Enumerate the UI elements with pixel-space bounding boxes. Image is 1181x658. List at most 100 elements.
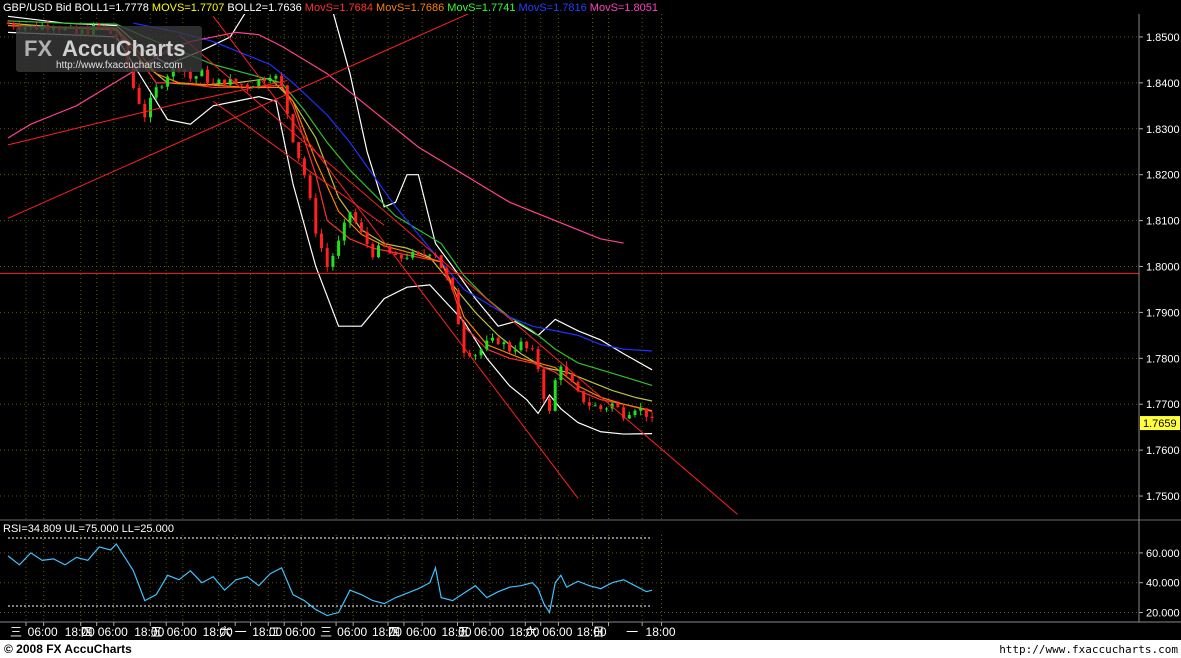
candle-body (268, 78, 272, 82)
candle-body (530, 348, 534, 350)
candle-body (240, 83, 244, 85)
legend-item: GBP/USD Bid BOLL1=1.7778 (3, 2, 149, 14)
candle-body (587, 402, 591, 406)
candle-body (308, 175, 312, 199)
candle-body (456, 290, 460, 325)
candle-body (365, 231, 369, 245)
time-tick-label: 五 (457, 625, 469, 639)
candle-body (160, 86, 164, 88)
time-tick-label: 06:00 (167, 625, 197, 639)
candle-body (274, 75, 278, 79)
candle-body (422, 253, 426, 255)
time-tick-label: 06:00 (474, 625, 504, 639)
rsi-legend: RSI=34.809 UL=75.000 LL=25.000 (3, 523, 174, 535)
candle-body (377, 245, 380, 258)
candle-body (508, 342, 512, 352)
time-tick-label: 18:00 (646, 625, 676, 639)
price-tick-label: 1.7600 (1146, 445, 1180, 457)
candle-body (650, 416, 654, 419)
candle-body (6, 23, 10, 25)
candle-body (553, 380, 557, 411)
time-tick-label: 三 (320, 625, 332, 639)
candle-body (576, 382, 580, 392)
candle-body (257, 79, 261, 87)
legend-item: MOVS=1.7707 (149, 2, 225, 14)
candle-body (154, 87, 158, 98)
rsi-tick-label: 60.000 (1146, 548, 1180, 560)
candle-body (263, 79, 266, 82)
price-tick-label: 1.8000 (1146, 262, 1180, 274)
candle-body (439, 255, 443, 269)
candle-body (405, 257, 409, 259)
candle-body (297, 142, 301, 159)
legend-item: BOLL2=1.7636 (224, 2, 301, 14)
candle-body (206, 69, 209, 83)
time-tick-label: 日 (593, 625, 605, 639)
time-tick-label: 06:00 (542, 625, 572, 639)
candle-body (325, 248, 329, 267)
price-tick-label: 1.8100 (1146, 216, 1180, 228)
candle-body (143, 103, 147, 118)
candle-body (570, 374, 574, 383)
candle-body (194, 76, 198, 79)
candle-body (331, 255, 335, 267)
time-tick-label: 三 (10, 625, 22, 639)
candle-body (382, 245, 386, 247)
candle-body (188, 71, 192, 79)
candle-body (394, 253, 398, 255)
rsi-tick-label: 40.000 (1146, 578, 1180, 590)
candle-body (479, 349, 483, 356)
legend-item: MovS=1.8051 (587, 2, 658, 14)
candle-body (513, 350, 517, 352)
candle-body (12, 23, 16, 27)
price-tick-label: 1.8500 (1146, 32, 1180, 44)
candle-body (519, 341, 523, 351)
price-tick-label: 1.7800 (1146, 353, 1180, 365)
candle-body (137, 87, 141, 104)
candle-body (217, 79, 221, 84)
time-tick-label: 四 (81, 625, 93, 639)
time-tick-label: 06:00 (98, 625, 128, 639)
time-tick-label: 06:00 (406, 625, 436, 639)
candle-body (416, 252, 420, 254)
candle-body (211, 82, 215, 84)
indicator-legend: GBP/USD Bid BOLL1=1.7778 MOVS=1.7707 BOL… (3, 2, 658, 14)
candle-body (593, 405, 597, 407)
candle-body (627, 414, 631, 419)
time-axis-labels: 三 06:00 18:00四 06:00 18:00五 06:00 18:00六一 18:00… (10, 622, 676, 639)
candle-body (639, 408, 643, 411)
candle-body (428, 254, 432, 256)
time-tick-label: 06:00 (337, 625, 367, 639)
time-tick-label: 二 (268, 625, 280, 639)
candle-body (291, 114, 295, 143)
time-tick-label: 五 (150, 625, 162, 639)
candle-body (548, 398, 551, 411)
candle-body (605, 408, 608, 410)
rsi-axis-labels: 60.000 40.000 20.000 (1139, 548, 1180, 620)
footer-url: http://www.fxaccucharts.com (999, 643, 1178, 656)
legend-item: MovS=1.7684 (302, 2, 373, 14)
chart-window: FX AccuCharts http://www.fxaccucharts.co… (0, 0, 1181, 658)
candle-body (399, 254, 403, 259)
candle-body (411, 252, 415, 258)
time-tick-label: 六 (525, 625, 537, 639)
price-tick-label: 1.8300 (1146, 124, 1180, 136)
candle-body (285, 85, 289, 115)
candle-body (342, 222, 346, 241)
candle-body (485, 340, 489, 350)
candle-body (149, 97, 152, 118)
legend-item: MovS=1.7686 (373, 2, 444, 14)
legend-item: MovS=1.7816 (516, 2, 587, 14)
price-tick-label: 1.8200 (1146, 170, 1180, 182)
candle-body (166, 76, 170, 87)
rsi-tick-label: 20.000 (1146, 608, 1180, 620)
candle-body (354, 212, 358, 223)
candle-body (496, 337, 500, 345)
candle-body (359, 222, 363, 232)
candle-body (633, 410, 637, 415)
price-tick-label: 1.7900 (1146, 307, 1180, 319)
candle-body (451, 277, 455, 291)
time-tick-label: 一 (235, 625, 247, 639)
watermark-url: http://www.fxaccucharts.com (56, 60, 183, 71)
candle-body (223, 79, 227, 85)
